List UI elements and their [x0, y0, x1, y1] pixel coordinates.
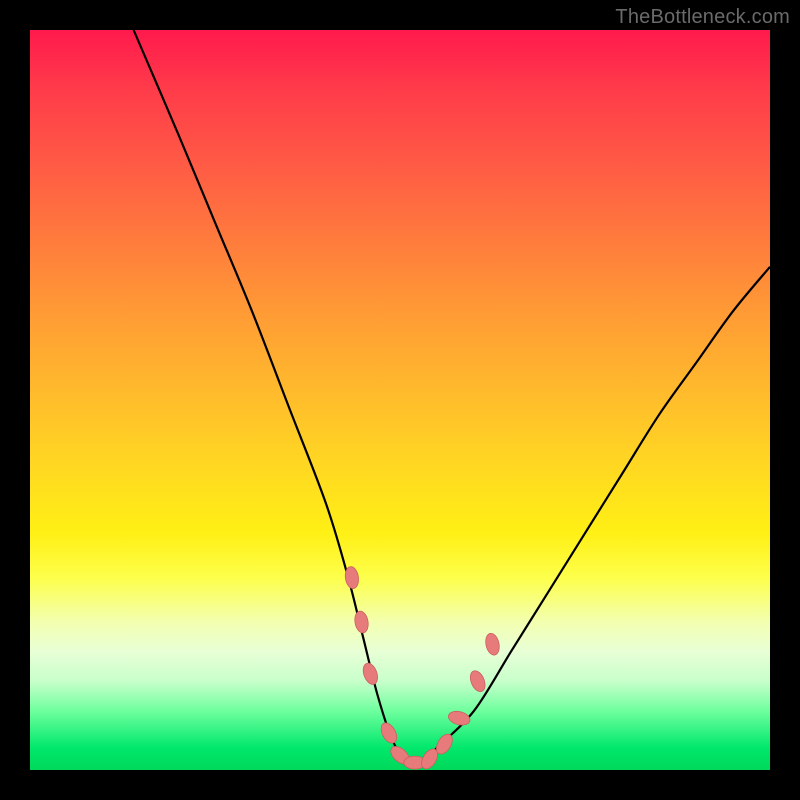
- marker-left-cluster-low: [361, 661, 381, 686]
- marker-right-cluster-mid: [467, 669, 487, 694]
- marker-valley-left: [378, 720, 400, 746]
- plot-area: [30, 30, 770, 770]
- chart-svg: [30, 30, 770, 770]
- marker-group: [344, 566, 501, 772]
- bottleneck-curve: [134, 30, 770, 765]
- chart-frame: TheBottleneck.com: [0, 0, 800, 800]
- watermark-text: TheBottleneck.com: [615, 6, 790, 29]
- marker-right-cluster-top: [484, 632, 501, 656]
- marker-right-cluster-low: [447, 709, 471, 727]
- marker-left-cluster-mid: [353, 610, 370, 634]
